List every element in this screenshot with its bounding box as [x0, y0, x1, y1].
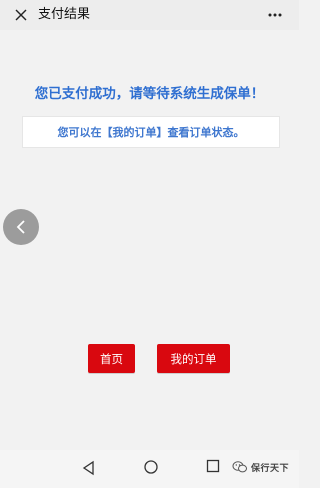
close-icon: [15, 9, 27, 21]
info-box: 您可以在【我的订单】查看订单状态。: [22, 116, 280, 148]
watermark-text: 保行天下: [251, 463, 290, 474]
home-button[interactable]: 首页: [88, 344, 135, 373]
more-button[interactable]: [265, 6, 285, 24]
square-recent-icon[interactable]: [206, 459, 220, 473]
wechat-icon: [232, 461, 247, 473]
more-icon: [268, 13, 282, 17]
close-button[interactable]: [12, 6, 30, 24]
watermark: 保行天下: [232, 460, 289, 474]
my-orders-button[interactable]: 我的订单: [157, 344, 230, 373]
info-message: 您可以在【我的订单】查看订单状态。: [57, 126, 245, 139]
chevron-left-icon: [16, 220, 25, 234]
payment-result-page: 支付结果 您已支付成功，请等待系统生成保单！ 您可以在【我的订单】查看订单状态。…: [0, 0, 299, 488]
success-message: 您已支付成功，请等待系统生成保单！: [34, 86, 265, 102]
top-bar: 支付结果: [0, 0, 299, 30]
page-title: 支付结果: [38, 7, 91, 22]
triangle-back-icon[interactable]: [81, 460, 97, 476]
circle-home-icon[interactable]: [143, 459, 159, 475]
floating-back-button[interactable]: [3, 209, 39, 245]
